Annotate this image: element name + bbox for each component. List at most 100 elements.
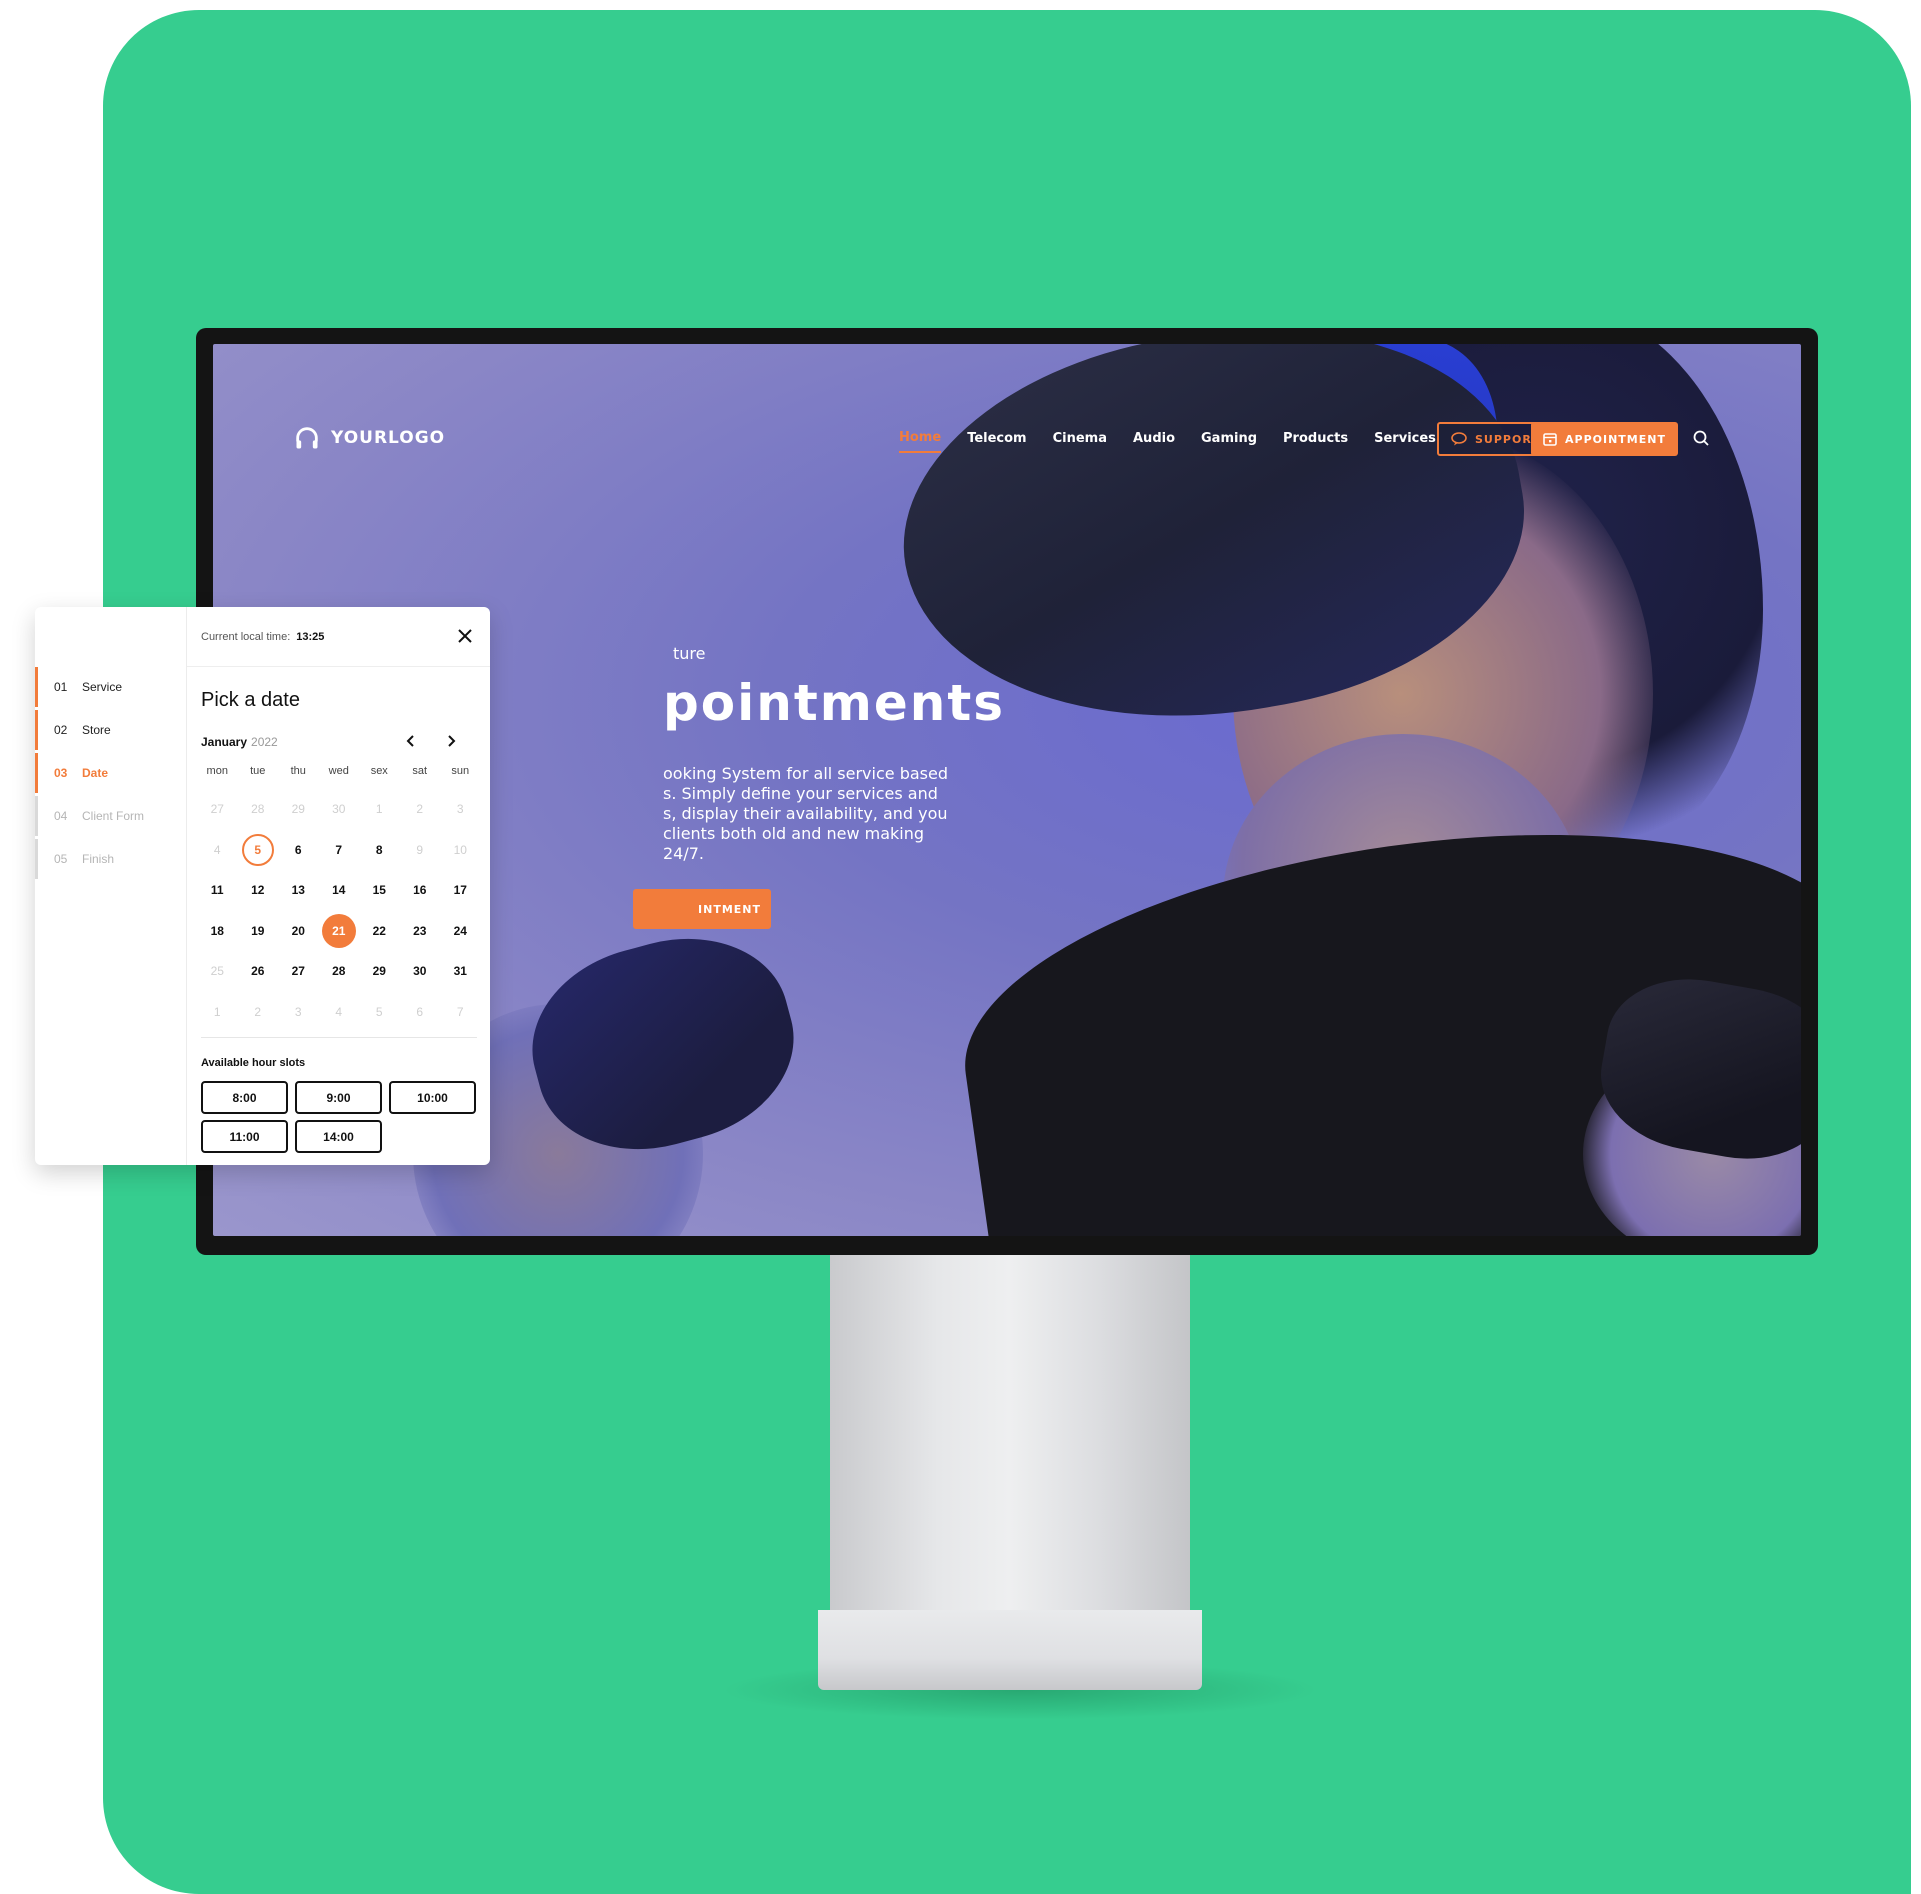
calendar-day-number: 19 <box>251 923 265 938</box>
step-number: 04 <box>54 809 68 823</box>
calendar-week: 27 28 29 30 1 2 3 <box>197 789 481 830</box>
hero-title: pointments <box>663 674 1006 732</box>
step-finish[interactable]: 05 Finish <box>35 839 187 879</box>
calendar-day-number: 9 <box>416 842 424 857</box>
calendar-day[interactable]: 11 <box>197 870 238 911</box>
calendar-day-number: 22 <box>372 923 386 938</box>
step-store[interactable]: 02 Store <box>35 710 187 750</box>
step-client-form[interactable]: 04 Client Form <box>35 796 187 836</box>
hero-appointment-button[interactable]: INTMENT <box>633 889 771 929</box>
calendar-day[interactable]: 15 <box>359 870 400 911</box>
step-number: 05 <box>54 852 68 866</box>
calendar-day-number: 31 <box>453 964 467 979</box>
calendar-day-number: 17 <box>453 883 467 898</box>
weekday-label: sun <box>451 765 470 777</box>
calendar-day[interactable]: 18 <box>197 911 238 952</box>
calendar-day[interactable]: 26 <box>238 951 279 992</box>
nav-item-gaming[interactable]: Gaming <box>1201 425 1257 452</box>
calendar-day[interactable]: 20 <box>278 911 319 952</box>
month-year: 2022 <box>251 735 278 749</box>
month-name: January <box>201 735 248 749</box>
calendar-day[interactable]: 13 <box>278 870 319 911</box>
calendar-day[interactable]: 6 <box>278 830 319 871</box>
weekday-header: mon tue thu wed sex sat sun <box>197 765 481 777</box>
site-logo[interactable]: YOURLOGO <box>293 424 445 452</box>
nav-item-products[interactable]: Products <box>1283 425 1348 452</box>
calendar-day[interactable]: 19 <box>238 911 279 952</box>
hour-slot[interactable]: 10:00 <box>389 1081 476 1114</box>
calendar-day[interactable]: 7 <box>319 830 360 871</box>
calendar-day-number: 11 <box>210 883 224 898</box>
calendar-day[interactable]: 22 <box>359 911 400 952</box>
calendar-day[interactable]: 28 <box>319 951 360 992</box>
calendar-week: 11 12 13 14 15 16 17 <box>197 870 481 911</box>
chevron-left-icon[interactable] <box>401 731 421 751</box>
calendar-day: 28 <box>238 789 279 830</box>
calendar-day-number: 27 <box>210 802 224 817</box>
calendar-day: 10 <box>440 830 481 871</box>
calendar-day: 7 <box>440 992 481 1033</box>
calendar-day: 1 <box>197 992 238 1033</box>
chevron-right-icon[interactable] <box>441 731 461 751</box>
monitor-stand-base <box>818 1610 1202 1690</box>
step-label: Date <box>82 766 109 780</box>
calendar-day: 6 <box>400 992 441 1033</box>
nav-item-home[interactable]: Home <box>899 424 942 453</box>
nav-item-cinema[interactable]: Cinema <box>1053 425 1107 452</box>
nav-item-audio[interactable]: Audio <box>1133 425 1175 452</box>
appointment-label: APPOINTMENT <box>1565 432 1666 446</box>
calendar-day[interactable]: 30 <box>400 951 441 992</box>
nav-item-services[interactable]: Services <box>1374 425 1436 452</box>
calendar-day: 3 <box>278 992 319 1033</box>
nav-item-telecom[interactable]: Telecom <box>967 425 1026 452</box>
step-date[interactable]: 03 Date <box>35 753 187 793</box>
local-time-label: Current local time: <box>201 630 291 643</box>
calendar-day-number: 6 <box>416 1004 424 1019</box>
calendar-day[interactable]: 8 <box>359 830 400 871</box>
calendar-day[interactable]: 12 <box>238 870 279 911</box>
hour-slot[interactable]: 11:00 <box>201 1120 288 1153</box>
calendar-day-number: 30 <box>332 802 346 817</box>
appointment-button[interactable]: APPOINTMENT <box>1531 422 1678 456</box>
step-number: 02 <box>54 723 68 737</box>
calendar-day[interactable]: 27 <box>278 951 319 992</box>
logo-text: YOURLOGO <box>331 428 446 448</box>
calendar-day[interactable]: 23 <box>400 911 441 952</box>
calendar-day-number: 7 <box>456 1004 464 1019</box>
search-icon[interactable] <box>1691 428 1713 450</box>
calendar-day-number: 1 <box>375 802 383 817</box>
calendar-day-number: 25 <box>210 964 224 979</box>
calendar-icon <box>1543 433 1557 446</box>
calendar-day-number: 5 <box>375 1004 383 1019</box>
step-number: 03 <box>54 766 68 780</box>
calendar-day: 3 <box>440 789 481 830</box>
step-number: 01 <box>54 680 68 694</box>
calendar-day-number: 21 <box>321 913 356 948</box>
weekday-label: wed <box>328 765 349 777</box>
calendar-week: 1 2 3 4 5 6 7 <box>197 992 481 1033</box>
hour-slot[interactable]: 9:00 <box>295 1081 382 1114</box>
close-icon[interactable] <box>454 625 476 647</box>
main-nav: Home Telecom Cinema Audio Gaming Product… <box>899 424 1436 453</box>
date-picker: Current local time: 13:25 Pick a date Ja… <box>187 607 490 1165</box>
calendar-day[interactable]: 17 <box>440 870 481 911</box>
hour-slot[interactable]: 8:00 <box>201 1081 288 1114</box>
calendar-day-number: 12 <box>251 883 265 898</box>
calendar-day[interactable]: 31 <box>440 951 481 992</box>
booking-steps: 01 Service 02 Store 03 Date 04 Client Fo… <box>35 607 187 1165</box>
hour-slot[interactable]: 14:00 <box>295 1120 382 1153</box>
step-service[interactable]: 01 Service <box>35 667 187 707</box>
calendar-day[interactable]: 16 <box>400 870 441 911</box>
calendar-day-number: 29 <box>372 964 386 979</box>
calendar-day-number: 15 <box>372 883 386 898</box>
calendar-day-number: 5 <box>241 833 274 866</box>
calendar-day: 4 <box>319 992 360 1033</box>
calendar-day-selected[interactable]: 21 <box>319 911 360 952</box>
hour-slots: 8:00 9:00 10:00 11:00 14:00 <box>201 1081 486 1153</box>
calendar-day[interactable]: 29 <box>359 951 400 992</box>
calendar-day-number: 24 <box>453 923 467 938</box>
calendar-day-number: 8 <box>375 842 383 857</box>
calendar-day[interactable]: 24 <box>440 911 481 952</box>
calendar-day-today[interactable]: 5 <box>238 830 279 871</box>
calendar-day[interactable]: 14 <box>319 870 360 911</box>
